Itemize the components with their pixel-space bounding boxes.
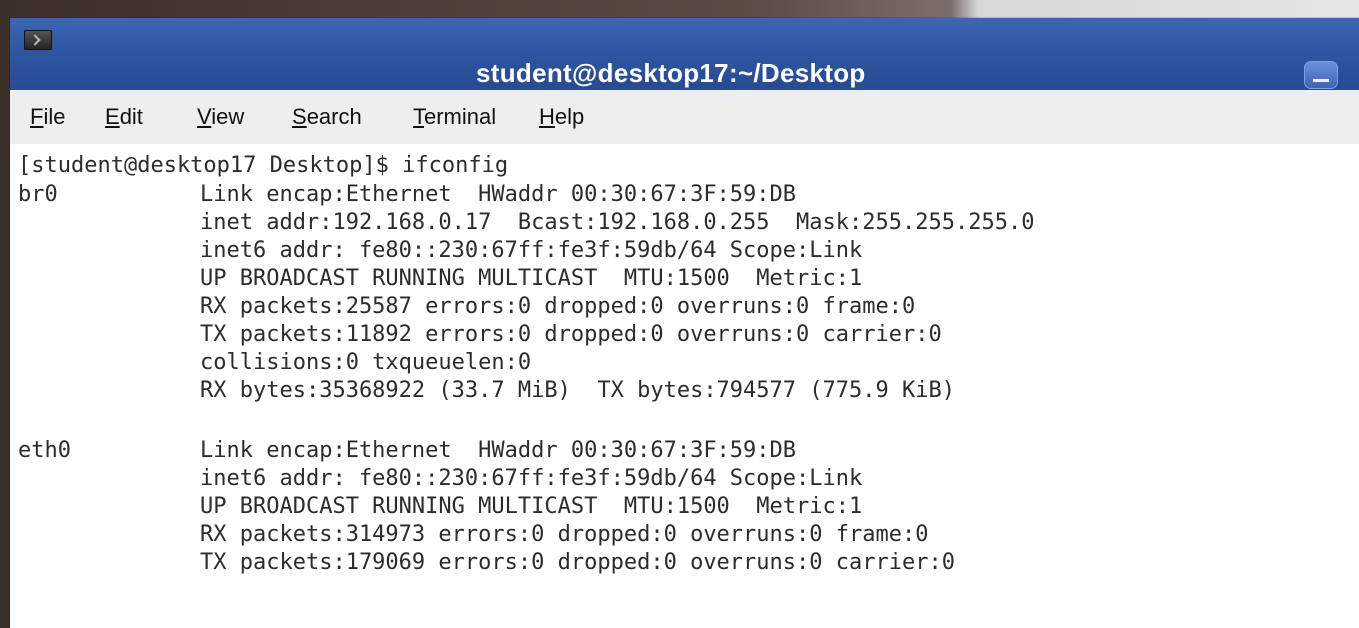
menu-search[interactable]: Search [292, 104, 362, 130]
menu-terminal[interactable]: Terminal [413, 104, 496, 130]
br0-line-2: inet addr:192.168.0.17 Bcast:192.168.0.2… [200, 210, 1035, 235]
eth0-line-4: RX packets:314973 errors:0 dropped:0 ove… [200, 522, 929, 547]
window-title: student@desktop17:~/Desktop [476, 58, 866, 88]
br0-line-8: RX bytes:35368922 (33.7 MiB) TX bytes:79… [200, 378, 955, 403]
window-titlebar[interactable]: student@desktop17:~/Desktop [10, 18, 1359, 90]
br0-line-5: RX packets:25587 errors:0 dropped:0 over… [200, 294, 916, 319]
menu-edit[interactable]: Edit [105, 104, 143, 130]
br0-line-6: TX packets:11892 errors:0 dropped:0 over… [200, 322, 942, 347]
interface-name-br0: br0 [18, 182, 58, 207]
prompt-line: [student@desktop17 Desktop]$ ifconfig [18, 153, 509, 178]
eth0-line-3: UP BROADCAST RUNNING MULTICAST MTU:1500 … [200, 494, 863, 519]
eth0-line-2: inet6 addr: fe80::230:67ff:fe3f:59db/64 … [200, 466, 863, 491]
br0-line-7: collisions:0 txqueuelen:0 [200, 350, 532, 375]
menu-view[interactable]: View [197, 104, 244, 130]
br0-line-3: inet6 addr: fe80::230:67ff:fe3f:59db/64 … [200, 238, 863, 263]
terminal-output[interactable]: [student@desktop17 Desktop]$ ifconfig br… [10, 144, 1359, 628]
interface-name-eth0: eth0 [18, 438, 71, 463]
br0-line-4: UP BROADCAST RUNNING MULTICAST MTU:1500 … [200, 266, 863, 291]
eth0-line-1: Link encap:Ethernet HWaddr 00:30:67:3F:5… [200, 438, 797, 463]
menu-file[interactable]: File [30, 104, 65, 130]
menu-help[interactable]: Help [539, 104, 584, 130]
br0-line-1: Link encap:Ethernet HWaddr 00:30:67:3F:5… [200, 182, 797, 207]
eth0-line-5: TX packets:179069 errors:0 dropped:0 ove… [200, 550, 955, 575]
menu-bar: File Edit View Search Terminal Help [10, 90, 1359, 145]
terminal-window: student@desktop17:~/Desktop File Edit Vi… [10, 18, 1359, 628]
terminal-icon [24, 30, 52, 50]
minimize-icon[interactable] [1304, 61, 1338, 89]
